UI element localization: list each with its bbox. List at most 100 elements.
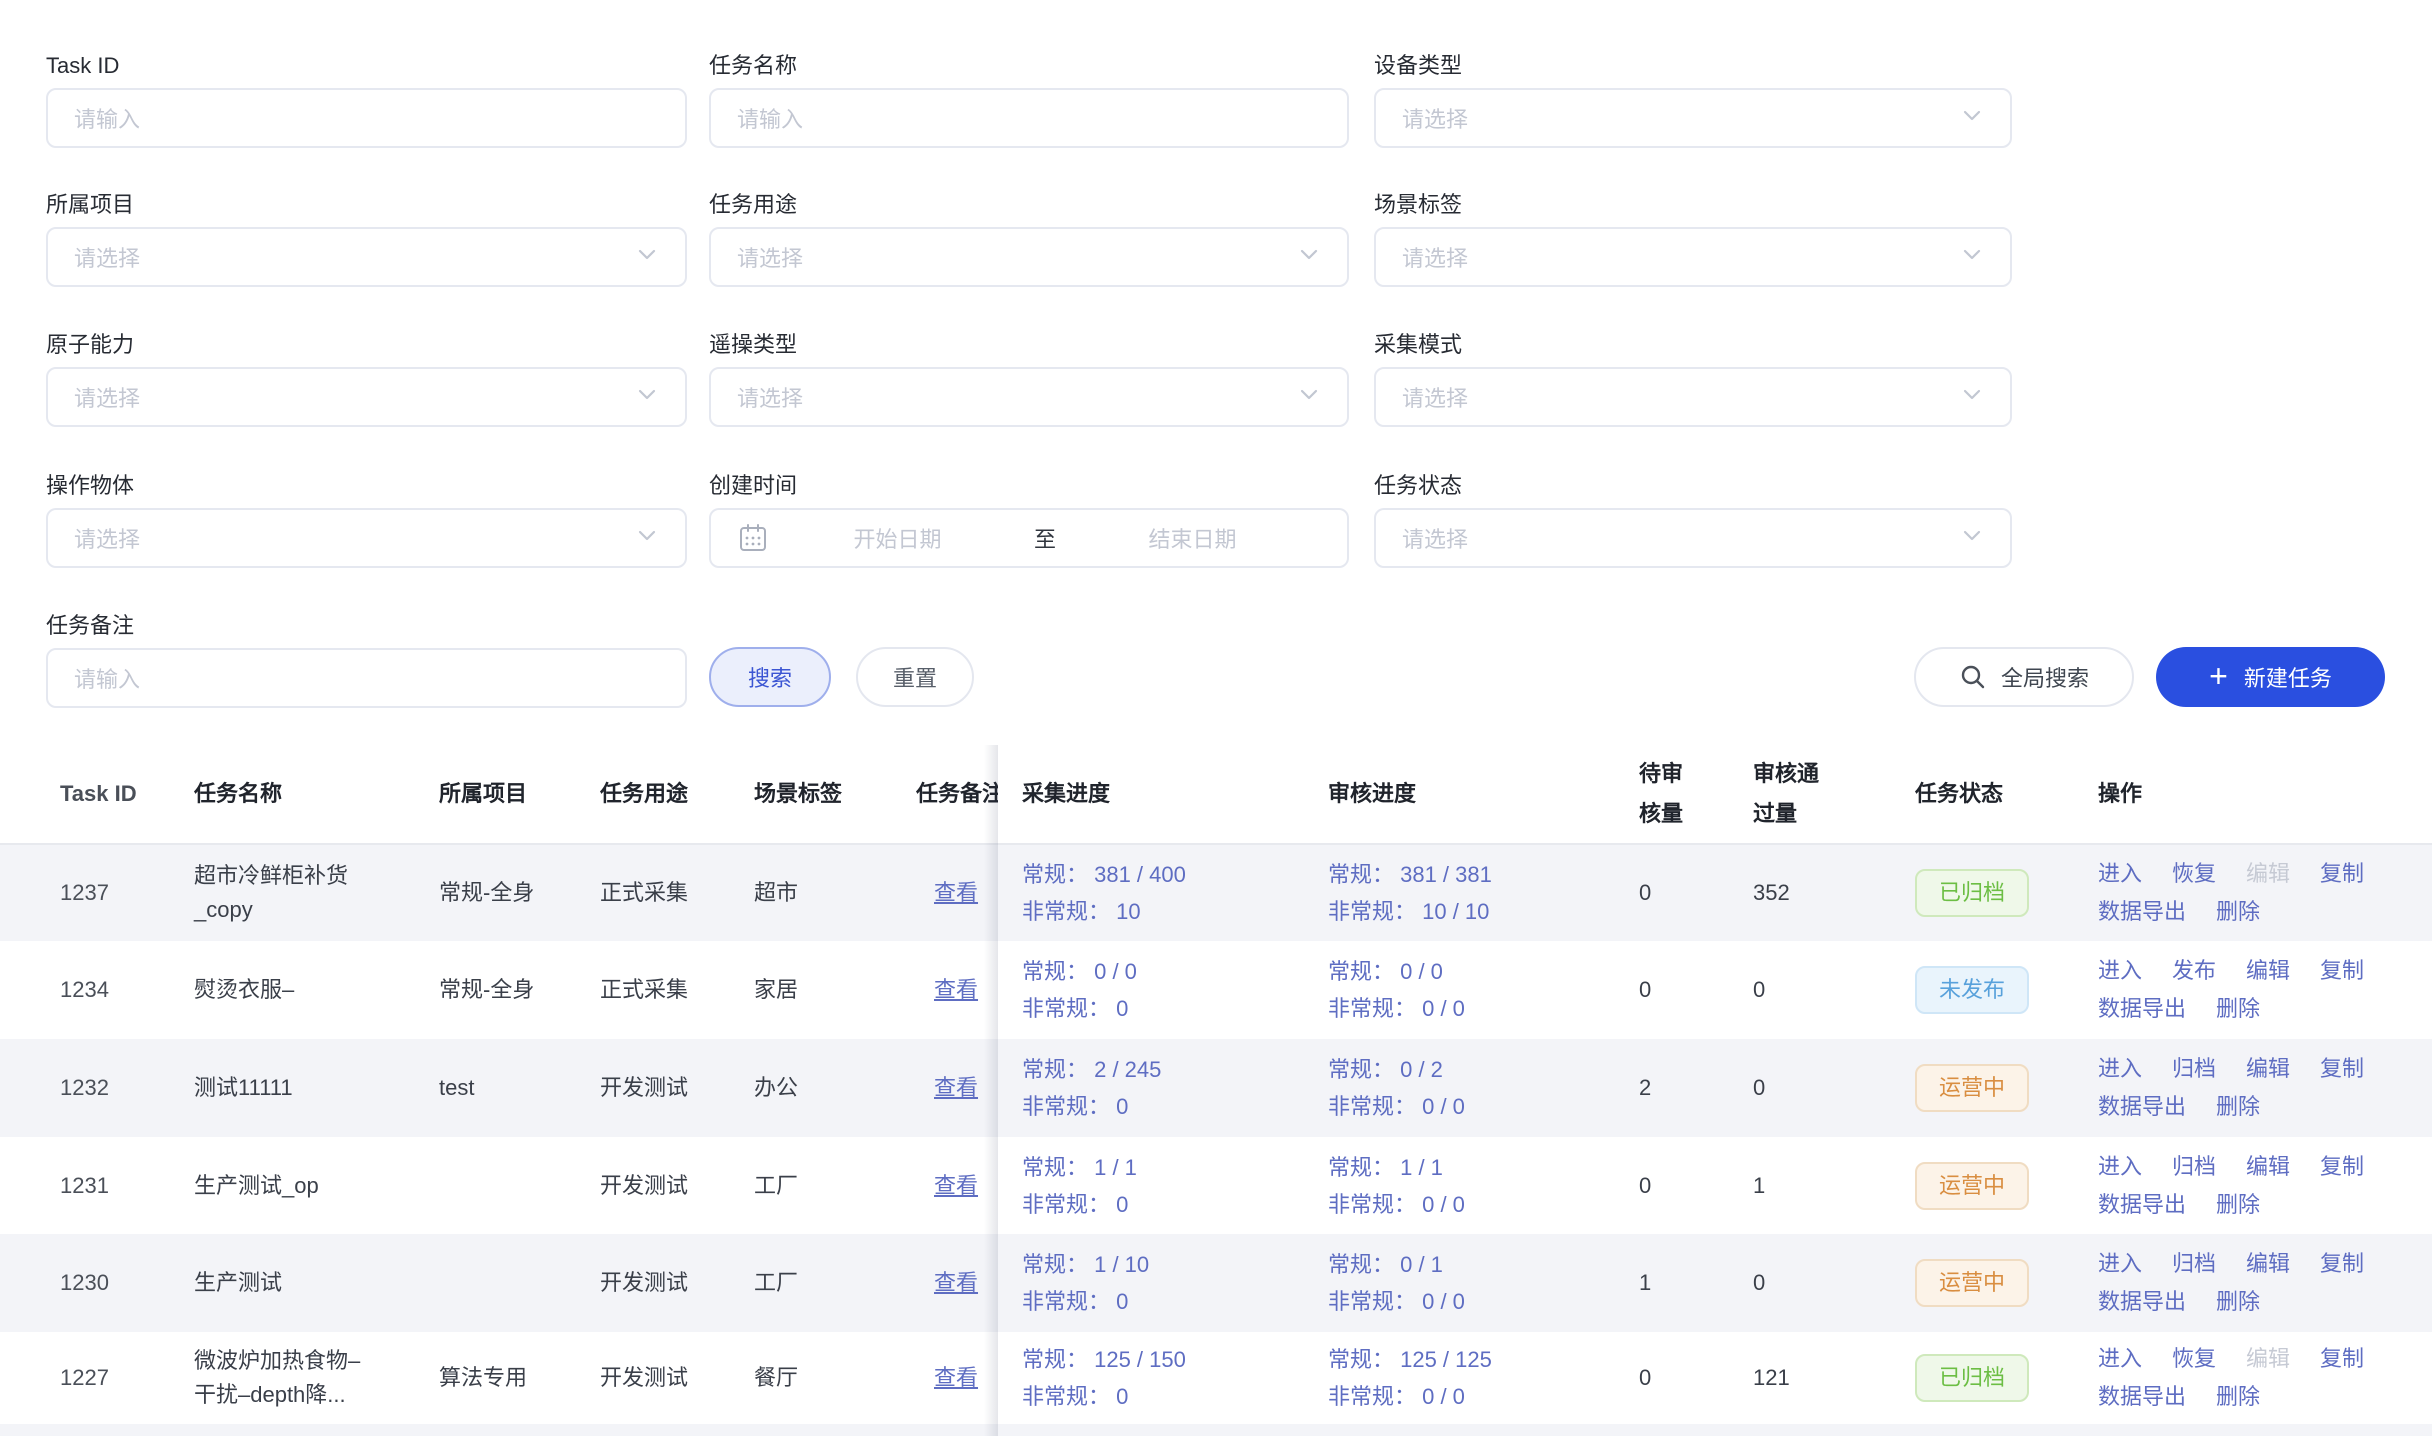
filter-input-task-name[interactable]: 请输入	[709, 88, 1349, 148]
delete-link[interactable]: 删除	[2216, 993, 2260, 1025]
cell-scene-tag: 餐厅	[754, 1332, 894, 1424]
filter-daterange-create-time[interactable]: 开始日期至结束日期	[709, 508, 1349, 568]
delete-link[interactable]: 删除	[2216, 1286, 2260, 1318]
filter-select-device-type[interactable]: 请选择	[1374, 88, 2012, 148]
status-badge: 运营中	[1915, 1259, 2029, 1307]
edit-link[interactable]: 编辑	[2246, 1248, 2290, 1280]
restore-link[interactable]: 恢复	[2172, 858, 2216, 890]
copy-link[interactable]: 复制	[2320, 955, 2364, 987]
data-export-link[interactable]: 数据导出	[2098, 1091, 2186, 1123]
reset-button[interactable]: 重置	[856, 647, 974, 707]
column-header-project: 所属项目	[439, 745, 535, 843]
filter-select-atomic-capability[interactable]: 请选择	[46, 367, 687, 427]
global-search-button[interactable]: 全局搜索	[1914, 647, 2134, 707]
copy-link[interactable]: 复制	[2320, 1151, 2364, 1183]
column-header-label: 任务名称	[194, 774, 282, 814]
view-remark-link[interactable]: 查看	[934, 1071, 978, 1105]
restore-link[interactable]: 恢复	[2172, 1343, 2216, 1375]
text-value: 超市	[754, 876, 798, 910]
archive-link[interactable]: 归档	[2172, 1151, 2216, 1183]
enter-link[interactable]: 进入	[2098, 955, 2142, 987]
text-value: 家居	[754, 973, 798, 1007]
filter-select-task-status[interactable]: 请选择	[1374, 508, 2012, 568]
publish-link[interactable]: 发布	[2172, 955, 2216, 987]
archive-link[interactable]: 归档	[2172, 1248, 2216, 1280]
cell-operations: 进入恢复编辑复制数据导出删除	[2098, 845, 2400, 941]
enter-link[interactable]: 进入	[2098, 1151, 2142, 1183]
cell-pending-review: 2	[1639, 1039, 1703, 1137]
cell-review-progress: 常规： 0 / 1非常规： 0 / 0	[1328, 1234, 1618, 1332]
cell-project: 算法专用	[439, 1332, 535, 1424]
edit-link[interactable]: 编辑	[2246, 1053, 2290, 1085]
filter-input-task-remark[interactable]: 请输入	[46, 648, 687, 708]
operation-links: 进入恢复编辑复制数据导出删除	[2098, 1343, 2400, 1413]
progress-lines: 常规： 381 / 381非常规： 10 / 10	[1328, 856, 1492, 930]
delete-link[interactable]: 删除	[2216, 1381, 2260, 1413]
view-remark-link[interactable]: 查看	[934, 876, 978, 910]
progress-line: 常规： 381 / 381	[1328, 856, 1492, 893]
view-remark-link[interactable]: 查看	[934, 1169, 978, 1203]
edit-link[interactable]: 编辑	[2246, 955, 2290, 987]
placeholder-text: 请选择	[74, 522, 140, 554]
copy-link[interactable]: 复制	[2320, 858, 2364, 890]
data-export-link[interactable]: 数据导出	[2098, 896, 2186, 928]
delete-link[interactable]: 删除	[2216, 896, 2260, 928]
cell-task-purpose: 正式采集	[600, 941, 740, 1039]
edit-link[interactable]: 编辑	[2246, 1151, 2290, 1183]
data-export-link[interactable]: 数据导出	[2098, 1381, 2186, 1413]
create-task-button[interactable]: + 新建任务	[2156, 647, 2385, 707]
cell-project	[439, 1137, 535, 1234]
column-header-operations: 操作	[2098, 745, 2400, 843]
copy-link[interactable]: 复制	[2320, 1343, 2364, 1375]
data-export-link[interactable]: 数据导出	[2098, 993, 2186, 1025]
placeholder-text: 请选择	[737, 381, 803, 413]
edit-link: 编辑	[2246, 858, 2290, 890]
progress-line: 非常规： 0	[1022, 1378, 1186, 1415]
filter-select-operate-object[interactable]: 请选择	[46, 508, 687, 568]
data-export-link[interactable]: 数据导出	[2098, 1189, 2186, 1221]
filter-select-project[interactable]: 请选择	[46, 227, 687, 287]
copy-link[interactable]: 复制	[2320, 1248, 2364, 1280]
table-row: 1232测试11111test开发测试办公查看常规： 2 / 245非常规： 0…	[0, 1039, 2432, 1137]
view-remark-link[interactable]: 查看	[934, 973, 978, 1007]
column-header-label: 场景标签	[754, 774, 842, 814]
enter-link[interactable]: 进入	[2098, 1248, 2142, 1280]
cell-pending-review: 0	[1639, 1332, 1703, 1424]
enter-link[interactable]: 进入	[2098, 858, 2142, 890]
archive-link[interactable]: 归档	[2172, 1053, 2216, 1085]
column-header-task-purpose: 任务用途	[600, 745, 740, 843]
progress-line: 非常规： 10	[1022, 893, 1186, 930]
placeholder-text: 请选择	[1402, 102, 1468, 134]
cell-review-progress: 常规： 125 / 125非常规： 0 / 0	[1328, 1332, 1618, 1424]
delete-link[interactable]: 删除	[2216, 1189, 2260, 1221]
task-id-value: 1227	[60, 1361, 109, 1395]
next-row-sliver	[0, 1424, 2432, 1436]
cell-collect-progress: 常规： 381 / 400非常规： 10	[1022, 845, 1312, 941]
search-button[interactable]: 搜索	[709, 647, 831, 707]
copy-link[interactable]: 复制	[2320, 1053, 2364, 1085]
column-header-label: 操作	[2098, 774, 2142, 814]
text-value: 开发测试	[600, 1266, 688, 1300]
task-id-value: 1230	[60, 1266, 109, 1300]
filter-field-task-id: Task ID请输入	[46, 53, 687, 148]
enter-link[interactable]: 进入	[2098, 1343, 2142, 1375]
task-id-value: 1234	[60, 973, 109, 1007]
enter-link[interactable]: 进入	[2098, 1053, 2142, 1085]
column-header-label: 所属项目	[439, 774, 527, 814]
filter-select-collect-mode[interactable]: 请选择	[1374, 367, 2012, 427]
data-export-link[interactable]: 数据导出	[2098, 1286, 2186, 1318]
delete-link[interactable]: 删除	[2216, 1091, 2260, 1123]
filter-select-teleop-type[interactable]: 请选择	[709, 367, 1349, 427]
filter-field-scene-tag: 场景标签请选择	[1374, 192, 2012, 287]
column-header-task-name: 任务名称	[194, 745, 380, 843]
filter-select-scene-tag[interactable]: 请选择	[1374, 227, 2012, 287]
chevron-down-icon	[1297, 242, 1321, 266]
cell-review-progress: 常规： 0 / 2非常规： 0 / 0	[1328, 1039, 1618, 1137]
cell-task-remark: 查看	[916, 941, 998, 1039]
view-remark-link[interactable]: 查看	[934, 1266, 978, 1300]
column-header-label: Task ID	[60, 774, 137, 814]
filter-input-task-id[interactable]: 请输入	[46, 88, 687, 148]
view-remark-link[interactable]: 查看	[934, 1361, 978, 1395]
filter-field-operate-object: 操作物体请选择	[46, 473, 687, 568]
filter-select-task-purpose[interactable]: 请选择	[709, 227, 1349, 287]
